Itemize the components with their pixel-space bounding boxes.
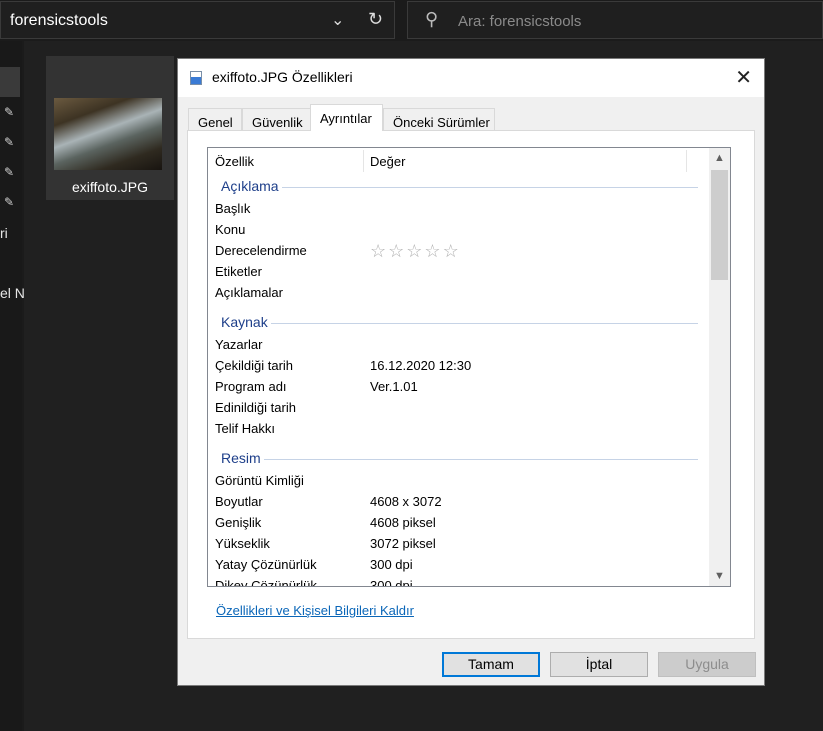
property-value: 16.12.2020 12:30: [370, 358, 472, 373]
refresh-icon[interactable]: ↻: [368, 9, 383, 30]
apply-button[interactable]: Uygula: [658, 652, 756, 677]
chevron-down-icon[interactable]: ⌄: [331, 10, 344, 30]
file-name: exiffoto.JPG: [71, 179, 148, 195]
pin-icon: ✎: [4, 105, 15, 119]
property-name: Etiketler: [215, 264, 262, 279]
property-name: Edinildiği tarih: [215, 400, 296, 415]
rating-stars[interactable]: ☆☆☆☆☆: [370, 241, 461, 262]
property-row[interactable]: Çekildiği tarih 16.12.2020 12:30: [208, 356, 708, 377]
property-name: Genişlik: [215, 515, 262, 530]
property-value: Ver.1.01: [370, 379, 418, 394]
property-row[interactable]: Başlık: [208, 199, 708, 220]
scrollbar-thumb[interactable]: [711, 170, 728, 280]
search-icon: ⚲: [425, 9, 439, 29]
property-list[interactable]: Özellik Değer Açıklama Başlık Konu Derecele…: [207, 147, 731, 587]
property-name: Görüntü Kimliği: [215, 473, 304, 488]
nav-item-label[interactable]: el N: [0, 285, 25, 301]
search-box[interactable]: ⚲ Ara: forensicstools: [407, 1, 823, 39]
property-name: Derecelendirme: [215, 243, 307, 258]
property-row[interactable]: Boyutlar 4608 x 3072: [208, 492, 708, 513]
pin-icon: ✎: [4, 195, 15, 209]
dialog-title: exiffoto.JPG Özellikleri: [212, 69, 353, 85]
property-name: Yükseklik: [215, 536, 270, 551]
cancel-button[interactable]: İptal: [550, 652, 648, 677]
property-row[interactable]: Açıklamalar: [208, 283, 708, 304]
property-value: 4608 x 3072: [370, 494, 442, 509]
section-header: Açıklama: [208, 175, 708, 199]
section-divider: [224, 323, 698, 324]
tab-ayrintilar[interactable]: Ayrıntılar: [310, 104, 383, 131]
property-name: Başlık: [215, 201, 251, 216]
property-name: Dikey Çözünürlük: [215, 578, 317, 587]
property-name: Telif Hakkı: [215, 421, 275, 436]
property-row[interactable]: Konu: [208, 220, 708, 241]
search-placeholder: Ara: forensicstools: [458, 13, 582, 30]
section-title: Açıklama: [221, 178, 282, 194]
property-row[interactable]: Genişlik 4608 piksel: [208, 513, 708, 534]
details-panel: Özellik Değer Açıklama Başlık Konu Derecele…: [187, 130, 755, 639]
address-bar[interactable]: forensicstools ⌄ ↻: [0, 1, 395, 39]
ok-button[interactable]: Tamam: [442, 652, 540, 677]
property-row[interactable]: Yazarlar: [208, 335, 708, 356]
column-header-property[interactable]: Özellik: [215, 154, 254, 169]
pin-icon: ✎: [4, 165, 15, 179]
property-name: Yazarlar: [215, 337, 263, 352]
property-row[interactable]: Yatay Çözünürlük 300 dpi: [208, 555, 708, 576]
image-thumbnail: [54, 98, 162, 170]
property-row[interactable]: Dikey Çözünürlük 300 dpi: [208, 576, 708, 587]
property-row[interactable]: Yükseklik 3072 piksel: [208, 534, 708, 555]
star-icon[interactable]: ☆: [424, 241, 442, 261]
property-row[interactable]: Edinildiği tarih: [208, 398, 708, 419]
remove-properties-link[interactable]: Özellikleri ve Kişisel Bilgileri Kaldır: [216, 603, 414, 618]
property-name: Konu: [215, 222, 246, 237]
section-title: Kaynak: [221, 314, 271, 330]
property-value: 300 dpi: [370, 578, 413, 587]
section-title: Resim: [221, 450, 264, 466]
list-header: Özellik Değer: [208, 148, 708, 173]
nav-selected-item[interactable]: [0, 67, 20, 97]
star-icon[interactable]: ☆: [406, 241, 424, 261]
tab-genel[interactable]: Genel: [188, 108, 242, 130]
section-divider: [224, 187, 698, 188]
dialog-titlebar: exiffoto.JPG Özellikleri ✕: [178, 59, 764, 97]
property-row[interactable]: Görüntü Kimliği: [208, 471, 708, 492]
property-row[interactable]: Program adı Ver.1.01: [208, 377, 708, 398]
file-image-icon: [190, 71, 202, 85]
property-value: 3072 piksel: [370, 536, 436, 551]
star-icon[interactable]: ☆: [443, 241, 461, 261]
star-icon[interactable]: ☆: [370, 241, 388, 261]
section-header: Resim: [208, 447, 708, 471]
property-name: Boyutlar: [215, 494, 263, 509]
property-row[interactable]: Derecelendirme ☆☆☆☆☆: [208, 241, 708, 262]
scroll-down-icon[interactable]: ▼: [709, 566, 730, 586]
close-icon[interactable]: ✕: [735, 65, 752, 90]
property-name: Açıklamalar: [215, 285, 283, 300]
property-row[interactable]: Telif Hakkı: [208, 419, 708, 440]
section-header: Kaynak: [208, 311, 708, 335]
star-icon[interactable]: ☆: [388, 241, 406, 261]
nav-item-label[interactable]: ri: [0, 225, 8, 241]
file-tile[interactable]: exiffoto.JPG: [46, 56, 174, 200]
property-name: Program adı: [215, 379, 287, 394]
address-path: forensicstools: [10, 12, 108, 29]
property-name: Çekildiği tarih: [215, 358, 294, 373]
tab-onceki-surumler[interactable]: Önceki Sürümler: [383, 108, 495, 130]
section-divider: [224, 459, 698, 460]
property-name: Yatay Çözünürlük: [215, 557, 317, 572]
property-value: 4608 piksel: [370, 515, 436, 530]
property-row[interactable]: Etiketler: [208, 262, 708, 283]
pin-icon: ✎: [4, 135, 15, 149]
tab-guvenlik[interactable]: Güvenlik: [242, 108, 311, 130]
scroll-up-icon[interactable]: ▲: [709, 148, 730, 168]
column-header-value[interactable]: Değer: [370, 154, 405, 169]
vertical-scrollbar[interactable]: ▲ ▼: [709, 148, 730, 586]
property-value: 300 dpi: [370, 557, 413, 572]
properties-dialog: exiffoto.JPG Özellikleri ✕ Genel Güvenli…: [177, 58, 765, 686]
